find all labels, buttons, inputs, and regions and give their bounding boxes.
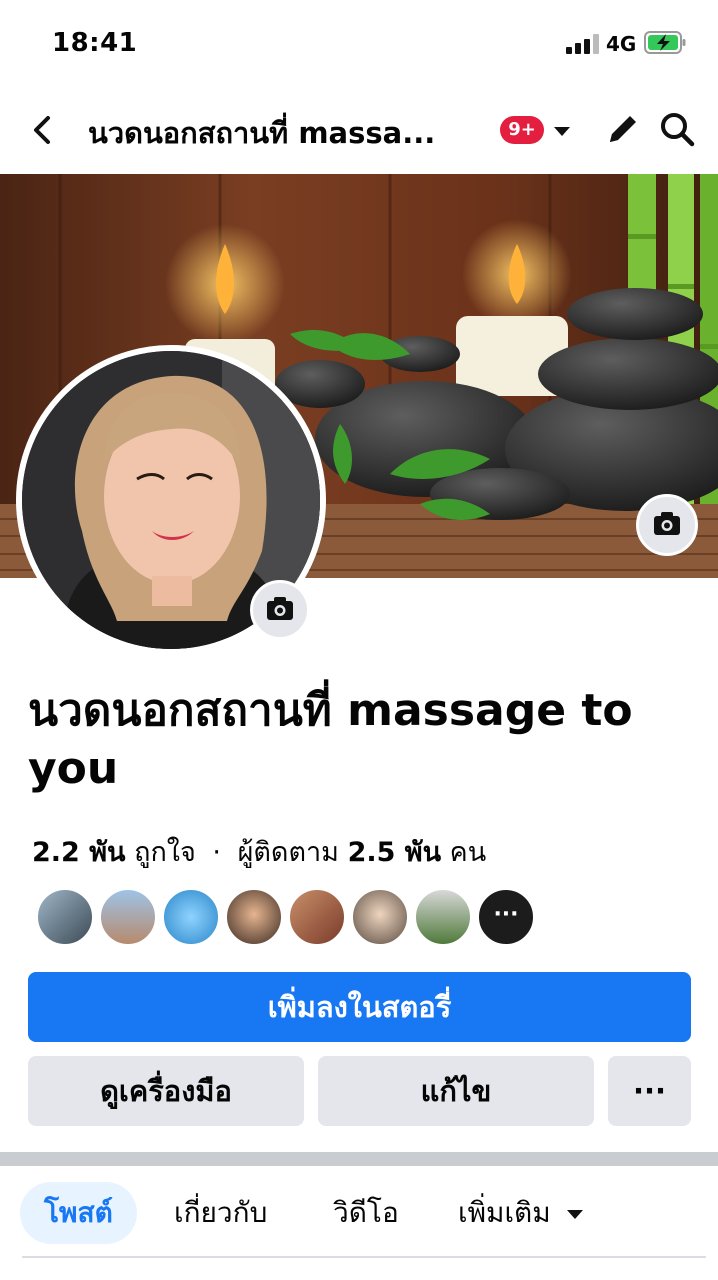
add-to-story-button[interactable]: เพิ่มลงในสตอรี่ <box>28 972 691 1042</box>
notification-badge[interactable]: 9+ <box>500 116 544 144</box>
pencil-icon[interactable] <box>604 110 642 148</box>
page-stats: 2.2 พัน ถูกใจ · ผู้ติดตาม 2.5 พัน คน <box>32 830 486 873</box>
camera-icon <box>654 512 680 535</box>
follower-avatar[interactable] <box>225 888 283 946</box>
likes-count: 2.2 พัน <box>32 837 126 868</box>
tab-posts[interactable]: โพสต์ <box>20 1182 137 1244</box>
page-header: นวดนอกสถานที่ massa... 9+ <box>0 90 718 172</box>
follower-avatar[interactable] <box>162 888 220 946</box>
follower-avatar[interactable] <box>99 888 157 946</box>
follower-avatar[interactable] <box>414 888 472 946</box>
tab-about[interactable]: เกี่ยวกับ <box>174 1182 267 1244</box>
followers-label: ผู้ติดตาม <box>237 837 339 868</box>
profile-tabs: โพสต์ เกี่ยวกับ วิดีโอ เพิ่มเติม <box>0 1166 718 1280</box>
view-tools-button[interactable]: ดูเครื่องมือ <box>28 1056 304 1126</box>
followers-unit: คน <box>449 837 487 868</box>
follower-avatar[interactable] <box>36 888 94 946</box>
camera-icon <box>267 597 293 620</box>
network-label: 4G <box>606 32 637 56</box>
followers-count: 2.5 พัน <box>347 837 442 868</box>
caret-down-icon[interactable] <box>552 124 572 138</box>
more-options-button[interactable]: ··· <box>608 1056 691 1126</box>
page-title: นวดนอกสถานที่ massage to you <box>28 685 633 794</box>
edit-button[interactable]: แก้ไข <box>318 1056 594 1126</box>
tab-more-label: เพิ่มเติม <box>458 1196 551 1229</box>
caret-down-icon <box>566 1210 583 1219</box>
likes-label: ถูกใจ <box>134 837 196 868</box>
cover-camera-button[interactable] <box>636 494 698 556</box>
follower-avatar[interactable] <box>351 888 409 946</box>
battery-charging-icon <box>644 31 686 54</box>
header-title: นวดนอกสถานที่ massa... <box>88 116 436 150</box>
tab-videos[interactable]: วิดีโอ <box>333 1182 399 1244</box>
avatar-camera-button[interactable] <box>250 580 310 640</box>
stats-separator: · <box>212 837 221 868</box>
status-time: 18:41 <box>52 28 138 58</box>
signal-icon <box>566 34 600 54</box>
search-icon[interactable] <box>658 110 696 148</box>
chevron-left-icon[interactable] <box>24 110 60 150</box>
section-divider <box>0 1152 718 1166</box>
tab-more[interactable]: เพิ่มเติม <box>458 1182 584 1244</box>
more-followers-button[interactable]: ··· <box>477 888 535 946</box>
tabs-underline <box>22 1256 706 1258</box>
status-bar: 18:41 4G <box>0 0 718 88</box>
follower-avatar[interactable] <box>288 888 346 946</box>
